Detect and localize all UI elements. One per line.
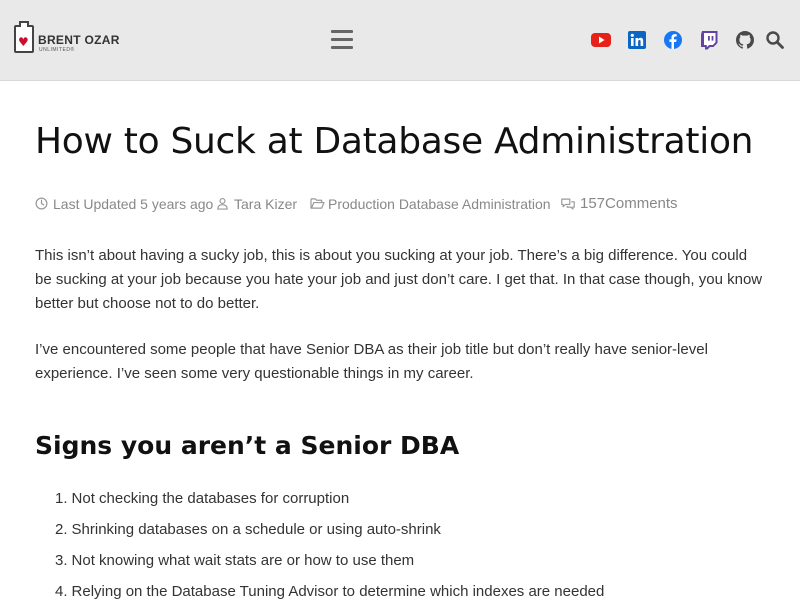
linkedin-icon[interactable] [627, 30, 647, 50]
category-link[interactable]: Production Database Administration [328, 195, 551, 213]
intro-paragraph: This isn’t about having a sucky job, thi… [35, 247, 763, 312]
hamburger-menu-icon[interactable] [331, 30, 353, 50]
comments-icon [561, 198, 575, 210]
github-icon[interactable] [735, 30, 755, 50]
section-heading: Signs you aren’t a Senior DBA [35, 431, 460, 460]
article-title: How to Suck at Database Administration [35, 121, 754, 162]
youtube-icon[interactable] [591, 30, 611, 50]
site-header: ♥ BRENT OZAR UNLIMITED® [0, 0, 800, 81]
list-item: 3. Not knowing what wait stats are or how… [55, 552, 415, 569]
facebook-icon[interactable] [663, 30, 683, 50]
folder-open-icon [310, 198, 325, 209]
last-updated-text: Last Updated 5 years ago [53, 196, 214, 212]
logo-bag-icon: ♥ [14, 21, 34, 53]
clock-icon [35, 197, 48, 210]
list-item: 2. Shrinking databases on a schedule or u… [55, 521, 441, 538]
brent-ozar-logo[interactable]: ♥ BRENT OZAR UNLIMITED® [14, 21, 124, 57]
author-link[interactable]: Tara Kizer [234, 195, 297, 213]
logo-name: BRENT OZAR [38, 33, 120, 47]
list-item: 4. Relying on the Database Tuning Advisor… [55, 583, 605, 600]
user-icon [217, 197, 228, 210]
comments-link[interactable]: 157Comments [580, 195, 678, 213]
search-icon[interactable] [765, 30, 785, 50]
twitch-icon[interactable] [699, 30, 719, 50]
second-paragraph: I’ve encountered some people that have S… [35, 341, 708, 382]
logo-subtitle: UNLIMITED® [39, 47, 75, 53]
list-item: 1. Not checking the databases for corrupt… [55, 490, 350, 507]
